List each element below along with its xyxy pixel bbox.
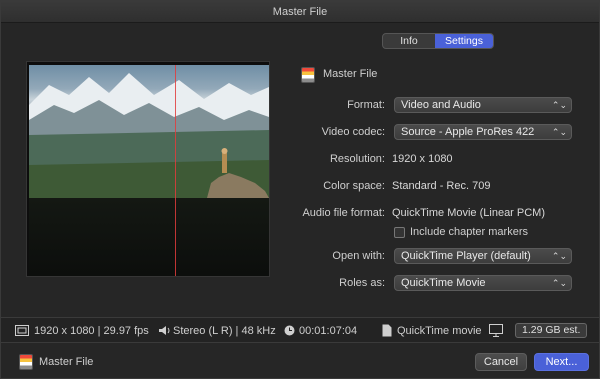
mountain-landscape-image — [29, 73, 269, 198]
format-value: Video and Audio — [401, 99, 481, 111]
video-preview — [26, 61, 270, 277]
clock-icon — [284, 325, 295, 336]
tab-bar: Info Settings — [382, 33, 494, 49]
film-icon — [15, 325, 29, 336]
next-button[interactable]: Next... — [534, 353, 589, 371]
footer-title: Master File — [39, 356, 94, 368]
export-dialog: Master File Info Settings Master File Fo… — [0, 0, 600, 379]
popup-chevron-icon: ⌃⌄ — [551, 100, 567, 110]
preview-reflection — [29, 198, 269, 276]
audio-info: Stereo (L R) | 48 kHz — [173, 325, 276, 337]
open-with-label: Open with: — [332, 250, 385, 262]
chapter-markers-checkbox[interactable] — [394, 227, 405, 238]
resolution-value: 1920 x 1080 — [392, 153, 453, 165]
cancel-button[interactable]: Cancel — [475, 353, 527, 371]
file-type-info: QuickTime movie — [397, 325, 482, 337]
playhead-line[interactable] — [175, 65, 176, 276]
compressor-filmstrip-icon — [301, 67, 315, 83]
open-with-value: QuickTime Player (default) — [401, 250, 531, 262]
audio-file-format-value: QuickTime Movie (Linear PCM) — [392, 207, 546, 219]
file-size-badge: 1.29 GB est. — [515, 323, 588, 338]
color-space-value: Standard - Rec. 709 — [392, 180, 491, 192]
compressor-filmstrip-icon — [19, 354, 33, 370]
popup-chevron-icon: ⌃⌄ — [551, 127, 567, 137]
preview-frame — [29, 65, 269, 198]
audio-file-format-label: Audio file format: — [302, 207, 385, 219]
format-label: Format: — [347, 99, 385, 111]
color-space-label: Color space: — [323, 180, 385, 192]
window-title: Master File — [1, 1, 599, 23]
resolution-label: Resolution: — [329, 153, 385, 165]
chapter-markers-label[interactable]: Include chapter markers — [410, 226, 528, 238]
popup-chevron-icon: ⌃⌄ — [551, 251, 567, 261]
tab-settings[interactable]: Settings — [435, 34, 493, 48]
export-info-bar: 1920 x 1080 | 29.97 fps Stereo (L R) | 4… — [1, 317, 599, 343]
display-icon — [489, 324, 503, 337]
duration-info: 00:01:07:04 — [299, 325, 358, 337]
format-popup[interactable]: Video and Audio ⌃⌄ — [394, 97, 572, 113]
popup-chevron-icon: ⌃⌄ — [551, 278, 567, 288]
open-with-popup[interactable]: QuickTime Player (default) ⌃⌄ — [394, 248, 572, 264]
video-info: 1920 x 1080 | 29.97 fps — [34, 325, 149, 337]
roles-as-label: Roles as: — [339, 277, 385, 289]
tab-info[interactable]: Info — [383, 34, 435, 48]
roles-as-value: QuickTime Movie — [401, 277, 486, 289]
speaker-icon — [159, 326, 170, 335]
video-codec-value: Source - Apple ProRes 422 — [401, 126, 535, 138]
settings-title: Master File — [323, 68, 378, 80]
roles-as-popup[interactable]: QuickTime Movie ⌃⌄ — [394, 275, 572, 291]
video-codec-label: Video codec: — [321, 126, 385, 138]
document-icon — [382, 324, 392, 337]
video-codec-popup[interactable]: Source - Apple ProRes 422 ⌃⌄ — [394, 124, 572, 140]
